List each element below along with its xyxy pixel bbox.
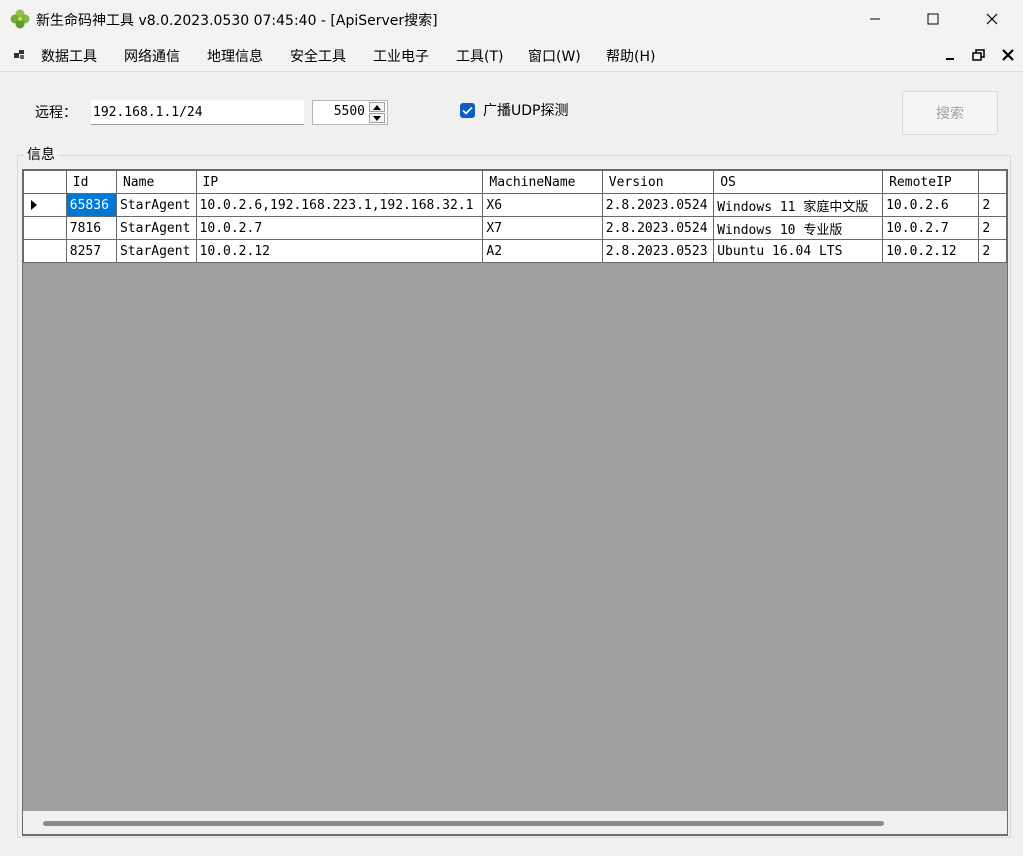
cell-name[interactable]: StarAgent xyxy=(115,193,197,217)
menu-data-tools[interactable]: 数据工具 xyxy=(41,46,97,66)
api-server-search-panel: 远程： 5500 广播UDP探测 搜索 信息 xyxy=(0,73,1023,856)
row-header[interactable] xyxy=(23,193,67,217)
column-header-os[interactable]: OS xyxy=(713,170,884,194)
search-button[interactable]: 搜索 xyxy=(902,91,998,135)
cell-machinename[interactable]: A2 xyxy=(482,239,603,263)
remote-label: 远程： xyxy=(35,105,77,121)
cell-remoteip[interactable]: 10.0.2.12 xyxy=(882,239,980,263)
cell-os[interactable]: Windows 11 家庭中文版 xyxy=(713,193,884,217)
cell-ip[interactable]: 10.0.2.7 xyxy=(195,216,484,240)
restore-icon xyxy=(972,49,985,61)
port-value[interactable]: 5500 xyxy=(334,104,365,119)
menu-bar: 数据工具 网络通信 地理信息 安全工具 工业电子 工具(T) 窗口(W) 帮助(… xyxy=(0,38,1023,72)
cell-machinename[interactable]: X6 xyxy=(482,193,603,217)
menu-tools[interactable]: 工具(T) xyxy=(456,46,503,66)
remote-address-input[interactable] xyxy=(91,100,304,125)
current-row-arrow-icon xyxy=(31,200,37,210)
menu-security[interactable]: 安全工具 xyxy=(290,46,346,66)
minimize-icon xyxy=(870,18,880,20)
broadcast-udp-label[interactable]: 广播UDP探测 xyxy=(483,100,568,120)
mdi-minimize-button[interactable] xyxy=(942,48,958,62)
column-header-ip[interactable]: IP xyxy=(195,170,484,194)
maximize-icon xyxy=(927,13,939,25)
row-header[interactable] xyxy=(23,216,67,240)
cell-extra[interactable]: 2 xyxy=(978,193,1007,217)
cell-id[interactable]: 7816 xyxy=(65,216,117,240)
menu-help[interactable]: 帮助(H) xyxy=(606,46,655,66)
port-stepper[interactable]: 5500 xyxy=(312,100,388,125)
mdi-close-button[interactable] xyxy=(1000,48,1016,62)
cell-ip[interactable]: 10.0.2.6,192.168.223.1,192.168.32.1 xyxy=(195,193,484,217)
mdi-restore-button[interactable] xyxy=(971,48,987,62)
row-header[interactable] xyxy=(23,239,67,263)
cell-extra[interactable]: 2 xyxy=(978,216,1007,240)
chevron-up-icon xyxy=(373,104,381,110)
cell-os[interactable]: Ubuntu 16.04 LTS xyxy=(713,239,884,263)
horizontal-scrollbar[interactable] xyxy=(22,811,1008,835)
cell-version[interactable]: 2.8.2023.0524 xyxy=(601,193,715,217)
title-bar[interactable]: 新生命码神工具 v8.0.2023.0530 07:45:40 - [ApiSe… xyxy=(0,0,1023,38)
close-icon xyxy=(986,13,998,25)
window-title: 新生命码神工具 v8.0.2023.0530 07:45:40 - [ApiSe… xyxy=(36,13,438,29)
cell-id[interactable]: 8257 xyxy=(65,239,117,263)
cell-name[interactable]: StarAgent xyxy=(115,216,197,240)
checkmark-icon xyxy=(462,106,473,115)
column-header-extra[interactable] xyxy=(978,170,1007,194)
cell-machinename[interactable]: X7 xyxy=(482,216,603,240)
cell-remoteip[interactable]: 10.0.2.7 xyxy=(882,216,980,240)
cell-version[interactable]: 2.8.2023.0524 xyxy=(601,216,715,240)
broadcast-udp-checkbox[interactable] xyxy=(460,103,475,118)
results-table: Id Name IP MachineName Version OS Remote… xyxy=(23,170,1007,263)
cell-os[interactable]: Windows 10 专业版 xyxy=(713,216,884,240)
header-row: Id Name IP MachineName Version OS Remote… xyxy=(23,170,1007,194)
cell-ip[interactable]: 10.0.2.12 xyxy=(195,239,484,263)
menu-network[interactable]: 网络通信 xyxy=(124,46,180,66)
table-row[interactable]: 7816 StarAgent 10.0.2.7 X7 2.8.2023.0524… xyxy=(23,216,1007,240)
cell-remoteip[interactable]: 10.0.2.6 xyxy=(882,193,980,217)
column-header-name[interactable]: Name xyxy=(115,170,197,194)
close-icon xyxy=(1002,49,1014,61)
minimize-button[interactable] xyxy=(846,0,904,38)
maximize-button[interactable] xyxy=(904,0,962,38)
port-decrement-button[interactable] xyxy=(369,113,385,123)
table-row[interactable]: 8257 StarAgent 10.0.2.12 A2 2.8.2023.052… xyxy=(23,239,1007,263)
column-header-version[interactable]: Version xyxy=(601,170,715,194)
info-group-label: 信息 xyxy=(24,144,58,164)
table-row[interactable]: 65836 StarAgent 10.0.2.6,192.168.223.1,1… xyxy=(23,193,1007,217)
clover-icon xyxy=(10,9,30,29)
column-header-machinename[interactable]: MachineName xyxy=(482,170,603,194)
cell-version[interactable]: 2.8.2023.0523 xyxy=(601,239,715,263)
scrollbar-thumb[interactable] xyxy=(43,821,884,826)
close-button[interactable] xyxy=(963,0,1021,38)
chevron-down-icon xyxy=(373,115,381,121)
port-increment-button[interactable] xyxy=(369,102,385,112)
minimize-icon xyxy=(946,58,954,60)
mdi-window-icon[interactable] xyxy=(13,48,27,62)
cell-name[interactable]: StarAgent xyxy=(115,239,197,263)
column-header-remoteip[interactable]: RemoteIP xyxy=(882,170,980,194)
cell-id[interactable]: 65836 xyxy=(65,193,117,217)
menu-window[interactable]: 窗口(W) xyxy=(528,46,581,66)
corner-header[interactable] xyxy=(23,170,67,194)
cell-extra[interactable]: 2 xyxy=(978,239,1007,263)
column-header-id[interactable]: Id xyxy=(65,170,117,194)
menu-industrial[interactable]: 工业电子 xyxy=(373,46,429,66)
menu-geo[interactable]: 地理信息 xyxy=(207,46,263,66)
results-grid[interactable]: Id Name IP MachineName Version OS Remote… xyxy=(22,169,1008,836)
